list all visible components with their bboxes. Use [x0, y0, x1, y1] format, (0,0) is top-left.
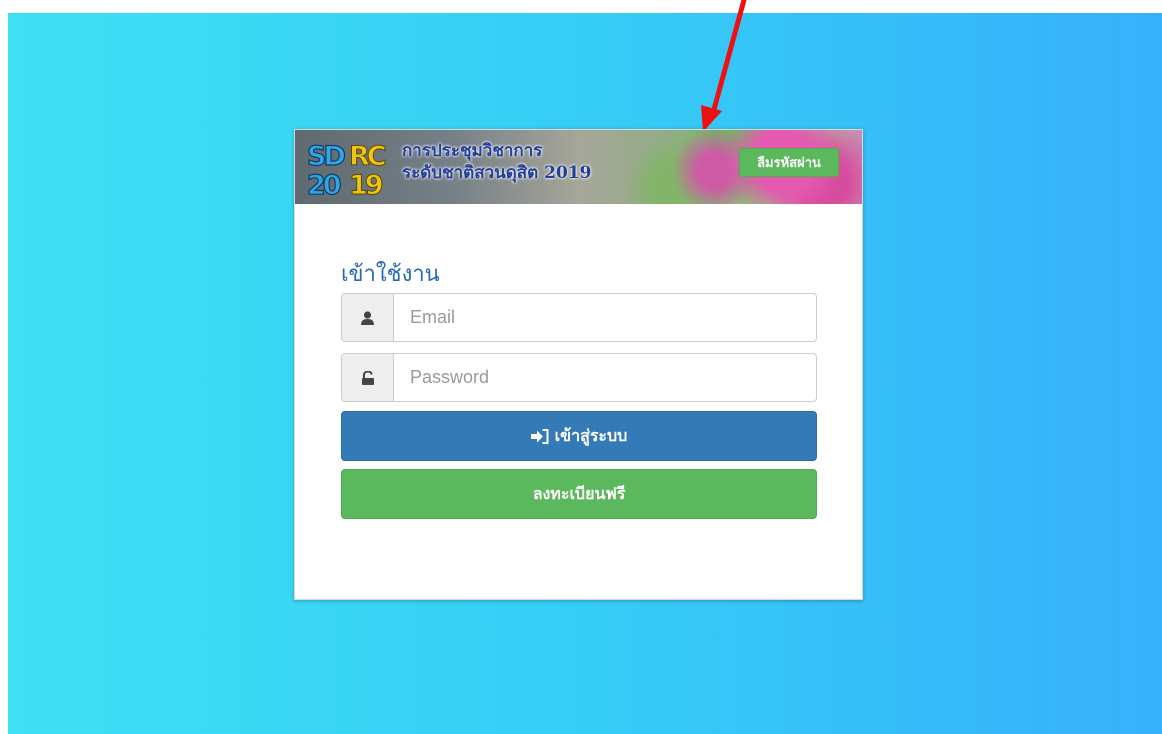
unlock-icon	[361, 370, 374, 385]
login-heading: เข้าใช้งาน	[341, 262, 440, 287]
svg-text:20: 20	[307, 170, 341, 196]
email-field[interactable]	[394, 294, 816, 341]
svg-text:19: 19	[349, 170, 383, 196]
email-addon	[342, 294, 394, 341]
login-card: SD RC 20 19 การประชุมวิชาการ ระดับชาติสว…	[294, 129, 863, 600]
register-button[interactable]: ลงทะเบียนฟรี	[341, 469, 817, 519]
register-button-label: ลงทะเบียนฟรี	[532, 483, 626, 503]
conference-title: การประชุมวิชาการ ระดับชาติสวนดุสิต 2019	[402, 140, 682, 184]
svg-text:SD: SD	[307, 141, 344, 172]
red-arrow-icon	[701, 0, 747, 132]
conference-title-line1: การประชุมวิชาการ	[402, 141, 543, 161]
sign-in-icon	[530, 428, 549, 444]
password-field[interactable]	[394, 354, 816, 401]
conference-logo: SD RC 20 19	[307, 140, 389, 196]
password-input-group	[341, 353, 817, 402]
svg-text:RC: RC	[349, 141, 386, 172]
user-icon	[361, 310, 374, 325]
password-addon	[342, 354, 394, 401]
conference-title-line2: ระดับชาติสวนดุสิต 2019	[402, 163, 592, 183]
forgot-password-button[interactable]: ลืมรหัสผ่าน	[739, 148, 839, 177]
conference-banner: SD RC 20 19 การประชุมวิชาการ ระดับชาติสว…	[295, 130, 862, 204]
email-input-group	[341, 293, 817, 342]
login-button[interactable]: เข้าสู่ระบบ	[341, 411, 817, 461]
login-button-label: เข้าสู่ระบบ	[554, 425, 628, 445]
